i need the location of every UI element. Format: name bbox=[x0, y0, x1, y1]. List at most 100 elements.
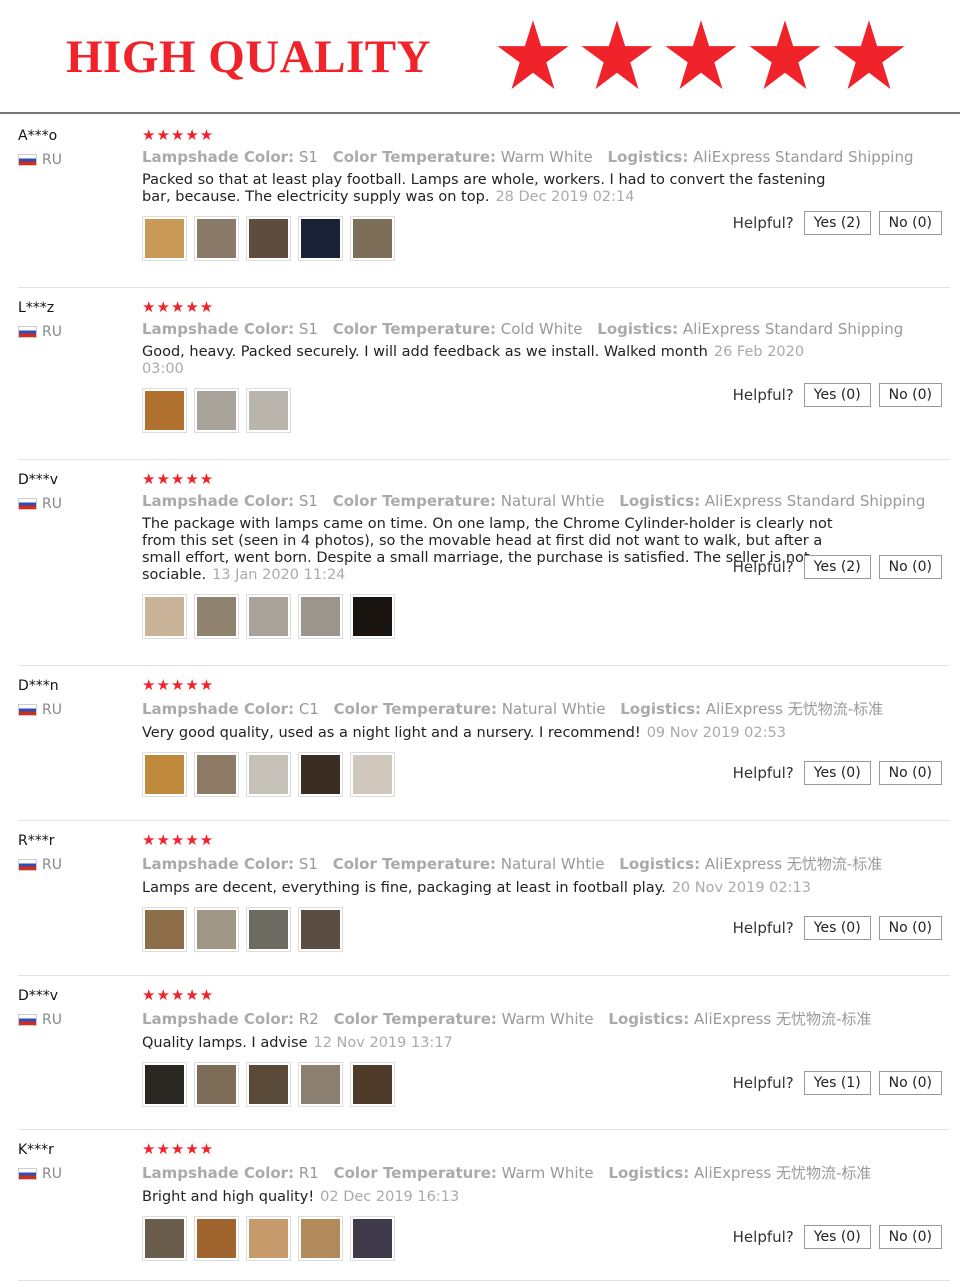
helpful-yes-button[interactable]: Yes (2) bbox=[803, 555, 871, 579]
review-text-block: Good, heavy. Packed securely. I will add… bbox=[142, 344, 842, 378]
helpful-yes-button[interactable]: Yes (2) bbox=[803, 211, 871, 235]
logistics-label: Logistics: bbox=[607, 148, 689, 166]
review-photo-thumbnail[interactable] bbox=[350, 594, 395, 639]
review-photo-thumbnail[interactable] bbox=[298, 216, 343, 261]
review-photo-thumbnail[interactable] bbox=[246, 1062, 291, 1107]
review-photo-thumbnail[interactable] bbox=[350, 752, 395, 797]
reviewer-country: RU bbox=[18, 1166, 128, 1182]
reviewer-country: RU bbox=[18, 857, 128, 873]
reviewer-country: RU bbox=[18, 496, 128, 512]
helpful-no-button[interactable]: No (0) bbox=[878, 555, 942, 579]
russia-flag-icon bbox=[18, 1014, 37, 1026]
temperature-value: Natural Whtie bbox=[500, 492, 605, 510]
review-photo-thumbnail[interactable] bbox=[142, 594, 187, 639]
review-photo-thumbnail[interactable] bbox=[142, 216, 187, 261]
country-code: RU bbox=[42, 1166, 62, 1182]
review-photo-thumbnail[interactable] bbox=[246, 907, 291, 952]
lampshade-value: C1 bbox=[298, 700, 319, 718]
order-attributes: Lampshade Color: S1 Color Temperature: C… bbox=[142, 320, 903, 338]
review-photo-thumbnail[interactable] bbox=[350, 1216, 395, 1261]
review-photo-thumbnail[interactable] bbox=[298, 1216, 343, 1261]
review-content: ★★★★★ Lampshade Color: S1 Color Temperat… bbox=[142, 126, 914, 261]
review-photo-thumbnail[interactable] bbox=[298, 594, 343, 639]
review-photo-thumbnail[interactable] bbox=[194, 216, 239, 261]
review-photo-thumbnail[interactable] bbox=[298, 752, 343, 797]
review-photo-thumbnail[interactable] bbox=[246, 388, 291, 433]
review-content: ★★★★★ Lampshade Color: S1 Color Temperat… bbox=[142, 298, 903, 433]
order-attributes: Lampshade Color: R2 Color Temperature: W… bbox=[142, 1008, 871, 1029]
helpful-yes-button[interactable]: Yes (0) bbox=[803, 1225, 871, 1249]
helpful-no-button[interactable]: No (0) bbox=[878, 1071, 942, 1095]
helpful-yes-button[interactable]: Yes (0) bbox=[803, 761, 871, 785]
logistics-value: AliExpress 无忧物流-标准 bbox=[705, 700, 884, 718]
helpful-no-button[interactable]: No (0) bbox=[878, 761, 942, 785]
quality-banner: HIGH QUALITY bbox=[0, 0, 960, 114]
reviewer-country: RU bbox=[18, 702, 128, 718]
review-text: Lamps are decent, everything is fine, pa… bbox=[142, 880, 666, 896]
helpful-vote: Helpful? Yes (0) No (0) bbox=[733, 383, 942, 407]
helpful-yes-button[interactable]: Yes (1) bbox=[803, 1071, 871, 1095]
rating-stars: ★★★★★ bbox=[142, 831, 215, 849]
review-photo-thumbnail[interactable] bbox=[142, 1216, 187, 1261]
reviewer-name: D***v bbox=[18, 988, 59, 1004]
review-photo-thumbnail[interactable] bbox=[194, 907, 239, 952]
helpful-no-button[interactable]: No (0) bbox=[878, 211, 942, 235]
review-photo-thumbnail[interactable] bbox=[142, 752, 187, 797]
logistics-label: Logistics: bbox=[597, 320, 679, 338]
lampshade-value: R2 bbox=[298, 1010, 319, 1028]
review-photo-thumbnail[interactable] bbox=[194, 752, 239, 797]
helpful-no-button[interactable]: No (0) bbox=[878, 383, 942, 407]
review-text-block: Lamps are decent, everything is fine, pa… bbox=[142, 880, 842, 897]
review-photo-thumbnail[interactable] bbox=[194, 1216, 239, 1261]
review-date: 20 Nov 2019 02:13 bbox=[671, 880, 811, 896]
review-photo-thumbnail[interactable] bbox=[194, 594, 239, 639]
review-list: A***o RU ★★★★★ Lampshade Color: S1 Color… bbox=[0, 116, 960, 1281]
review-photo-thumbnail[interactable] bbox=[194, 388, 239, 433]
russia-flag-icon bbox=[18, 704, 37, 716]
rating-stars: ★★★★★ bbox=[142, 986, 215, 1004]
logistics-value: AliExpress Standard Shipping bbox=[682, 320, 904, 338]
review-photo-thumbnail[interactable] bbox=[350, 1062, 395, 1107]
order-attributes: Lampshade Color: R1 Color Temperature: W… bbox=[142, 1162, 871, 1183]
helpful-yes-button[interactable]: Yes (0) bbox=[803, 383, 871, 407]
temperature-value: Cold White bbox=[500, 320, 583, 338]
helpful-label: Helpful? bbox=[732, 919, 794, 937]
reviewer-name: D***v bbox=[18, 472, 59, 488]
helpful-yes-button[interactable]: Yes (0) bbox=[803, 916, 871, 940]
logistics-label: Logistics: bbox=[619, 855, 701, 873]
review-photo-thumbnail[interactable] bbox=[298, 1062, 343, 1107]
rating-stars: ★★★★★ bbox=[142, 1140, 215, 1158]
lampshade-label: Lampshade Color: bbox=[142, 1010, 295, 1028]
review-text: Good, heavy. Packed securely. I will add… bbox=[142, 344, 708, 360]
review-photo-thumbnail[interactable] bbox=[298, 907, 343, 952]
helpful-no-button[interactable]: No (0) bbox=[878, 916, 942, 940]
review-photo-thumbnail[interactable] bbox=[142, 1062, 187, 1107]
logistics-value: AliExpress Standard Shipping bbox=[704, 492, 926, 510]
review-photo-thumbnail[interactable] bbox=[142, 388, 187, 433]
review-photo-thumbnail[interactable] bbox=[350, 216, 395, 261]
helpful-vote: Helpful? Yes (1) No (0) bbox=[733, 1071, 942, 1095]
lampshade-value: S1 bbox=[298, 148, 318, 166]
helpful-no-button[interactable]: No (0) bbox=[878, 1225, 942, 1249]
review-photo-thumbnail[interactable] bbox=[142, 907, 187, 952]
country-code: RU bbox=[42, 152, 62, 168]
reviewer-name: R***r bbox=[18, 833, 55, 849]
review-item: K***r RU ★★★★★ Lampshade Color: R1 Color… bbox=[18, 1130, 950, 1281]
review-date: 12 Nov 2019 13:17 bbox=[313, 1035, 453, 1051]
star-icon bbox=[749, 20, 821, 90]
lampshade-value: S1 bbox=[298, 492, 318, 510]
temperature-label: Color Temperature: bbox=[332, 148, 496, 166]
review-photo-thumbnail[interactable] bbox=[246, 594, 291, 639]
logistics-value: AliExpress 无忧物流-标准 bbox=[704, 855, 883, 873]
review-text: Packed so that at least play football. L… bbox=[142, 172, 826, 205]
helpful-label: Helpful? bbox=[732, 558, 794, 576]
star-icon bbox=[833, 20, 905, 90]
review-photo-thumbnail[interactable] bbox=[246, 752, 291, 797]
logistics-value: AliExpress 无忧物流-标准 bbox=[694, 1164, 872, 1182]
review-photo-thumbnail[interactable] bbox=[246, 216, 291, 261]
helpful-vote: Helpful? Yes (0) No (0) bbox=[733, 761, 942, 785]
review-photo-thumbnail[interactable] bbox=[194, 1062, 239, 1107]
review-photo-thumbnail[interactable] bbox=[246, 1216, 291, 1261]
review-date: 13 Jan 2020 11:24 bbox=[212, 567, 346, 583]
lampshade-label: Lampshade Color: bbox=[142, 1164, 295, 1182]
